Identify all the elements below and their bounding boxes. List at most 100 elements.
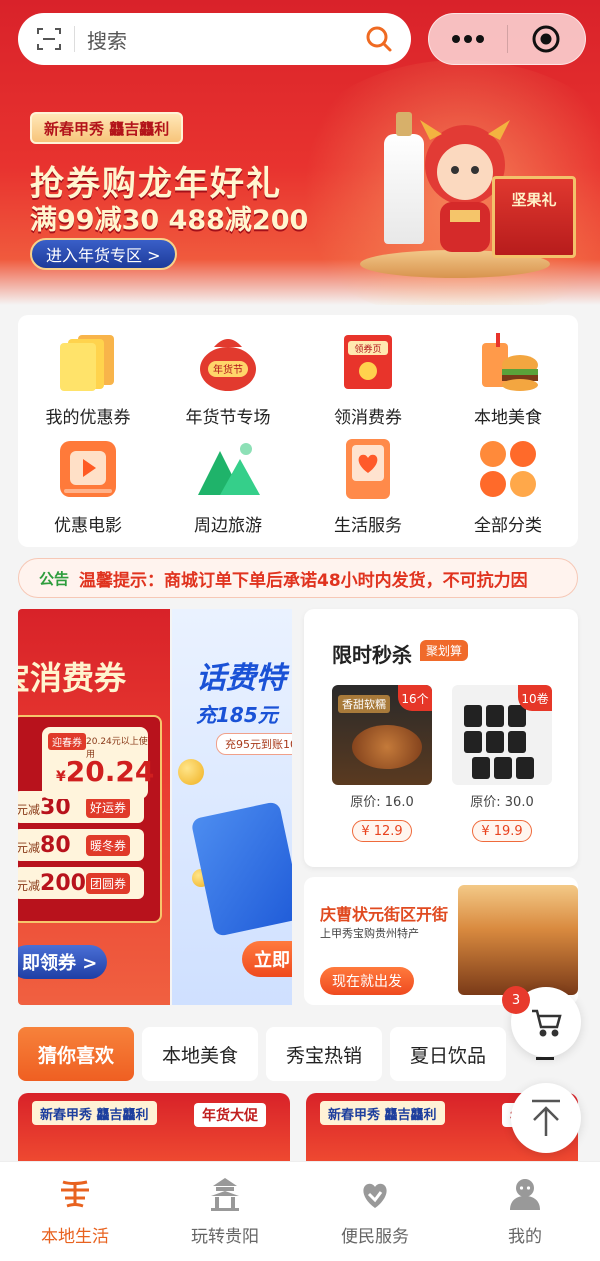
nav-label: 玩转贵阳 — [191, 1227, 259, 1247]
coupon-stack-icon — [60, 335, 114, 391]
back-to-top-button[interactable] — [511, 1083, 581, 1153]
search-icon[interactable] — [365, 25, 393, 53]
topup-chip: 充95元到账100 — [216, 733, 292, 755]
tab-local-food[interactable]: 本地美食 — [142, 1027, 259, 1081]
feed-card-promo: 年货大促 — [194, 1103, 266, 1127]
tab-summer-drinks[interactable]: 夏日饮品 — [390, 1027, 507, 1081]
district-subtitle: 上甲秀宝购贵州特产 — [320, 927, 419, 940]
hero-tagline: 新春甲秀 龘吉龘利 — [30, 112, 184, 144]
new-year-bag-icon: 年货节 — [200, 339, 256, 391]
product-image-label: 香甜软糯 — [338, 695, 390, 713]
flash-sale-card[interactable]: 限时秒杀 聚划算 香甜软糯 16个 原价: 16.0 ¥ 12.9 10卷 原价… — [304, 609, 578, 867]
category-label: 生活服务 — [334, 516, 402, 536]
category-label: 本地美食 — [474, 408, 542, 428]
more-menu-button[interactable] — [429, 14, 507, 64]
tab-guess-you-like[interactable]: 猜你喜欢 — [18, 1027, 135, 1081]
hero-subtitle: 满99减30 488减200 — [30, 205, 309, 236]
product-quantity-badge: 16个 — [398, 685, 432, 711]
nav-local-life[interactable]: 本地生活 — [0, 1162, 150, 1261]
scan-icon[interactable] — [36, 26, 62, 52]
gift-box-image: 坚果礼 — [492, 176, 576, 258]
movie-icon — [60, 441, 116, 497]
flash-sale-item[interactable]: 香甜软糯 16个 原价: 16.0 ¥ 12.9 — [332, 685, 432, 842]
nav-explore-guiyang[interactable]: 玩转贵阳 — [150, 1162, 300, 1261]
category-label: 领消费券 — [334, 408, 402, 428]
main-coupon[interactable]: 迎春券 20.24元以上使用 ¥20.24 — [42, 727, 154, 799]
district-opening-banner[interactable]: 庆曹状元街区开街 上甲秀宝购贵州特产 现在就出发 — [304, 877, 578, 1005]
tab-xiubao-hot[interactable]: 秀宝热销 — [266, 1027, 383, 1081]
nav-label: 我的 — [508, 1227, 542, 1247]
nav-profile[interactable]: 我的 — [450, 1162, 600, 1261]
hero-banner[interactable]: 搜索 新春甲秀 龘吉龘利 抢券购龙年好礼 满99减30 488减200 进入年货… — [0, 0, 600, 305]
product-sale-price[interactable]: ¥ 19.9 — [472, 820, 532, 842]
consumption-coupon-banner[interactable]: 宝消费券 元减30 好运券 元减80 暖冬券 元减200 团圆券 迎春券 20.… — [18, 609, 170, 1005]
enter-new-year-zone-button[interactable]: 进入年货专区 > — [30, 238, 177, 270]
tabs-overflow-indicator — [536, 1057, 554, 1060]
category-nearby-travel[interactable]: 周边旅游 — [158, 435, 298, 543]
category-life-services[interactable]: 生活服务 — [298, 435, 438, 543]
category-label: 周边旅游 — [194, 516, 262, 536]
close-program-button[interactable] — [508, 14, 586, 64]
coupon-name: 好运券 — [86, 796, 131, 818]
search-input[interactable]: 搜索 — [87, 25, 365, 54]
flash-sale-badge: 聚划算 — [420, 640, 469, 661]
announcement-bar[interactable]: 公告 温馨提示：商城订单下单后承诺48小时内发货，不可抗力因 — [18, 558, 578, 598]
main-coupon-tag: 迎春券 — [48, 733, 86, 750]
coupon-name: 暖冬券 — [86, 834, 131, 856]
go-now-button[interactable]: 现在就出发 — [320, 967, 414, 995]
nav-label: 便民服务 — [341, 1227, 409, 1247]
flash-sale-title: 限时秒杀 — [332, 643, 412, 667]
target-circle-icon — [532, 25, 560, 53]
pavilion-icon — [211, 1178, 239, 1211]
category-my-coupons[interactable]: 我的优惠券 — [18, 327, 158, 435]
mountain-icon — [198, 443, 260, 495]
main-coupon-value: ¥20.24 — [56, 755, 155, 788]
heart-hand-icon — [346, 439, 390, 499]
feed-card-tag: 新春甲秀 龘吉龘利 — [320, 1101, 445, 1125]
gift-box-label: 坚果礼 — [511, 191, 557, 209]
svg-text:年货节: 年货节 — [213, 363, 243, 376]
svg-text:领券页: 领券页 — [354, 343, 381, 355]
product-image: 10卷 — [452, 685, 552, 785]
phone-topup-banner[interactable]: 话费特 充185元 充95元到账100 立即 — [172, 609, 292, 1005]
announcement-tag: 公告 — [39, 569, 70, 588]
topup-now-button[interactable]: 立即 — [242, 941, 292, 977]
flash-sale-item[interactable]: 10卷 原价: 30.0 ¥ 19.9 — [452, 685, 552, 842]
coupon-amount: 元减200 — [18, 870, 86, 896]
arrow-up-icon — [532, 1099, 560, 1136]
category-discount-movie[interactable]: 优惠电影 — [18, 435, 158, 543]
product-original-price: 原价: 30.0 — [470, 795, 534, 810]
topup-title: 话费特 — [196, 661, 286, 696]
more-dots-icon — [451, 35, 484, 43]
coupon-row[interactable]: 元减80 暖冬券 — [18, 829, 144, 861]
category-grid: 我的优惠券 年货节 年货节专场 领券页 领消费券 本地美食 优惠电影 周边旅游 … — [18, 315, 578, 543]
category-local-food[interactable]: 本地美食 — [438, 327, 578, 435]
category-new-year-festival[interactable]: 年货节 年货节专场 — [158, 327, 298, 435]
district-title: 庆曹状元街区开街 — [320, 905, 449, 924]
rice-cake-illustration — [352, 725, 422, 769]
category-label: 年货节专场 — [185, 408, 271, 428]
product-sale-price[interactable]: ¥ 12.9 — [352, 820, 412, 842]
announcement-text: 温馨提示：商城订单下单后承诺48小时内发货，不可抗力因 — [79, 570, 528, 591]
product-original-price: 原价: 16.0 — [350, 795, 414, 810]
coupon-row[interactable]: 元减200 团圆券 — [18, 867, 144, 899]
product-quantity-badge: 10卷 — [518, 685, 552, 711]
topup-subtitle: 充185元 — [196, 703, 278, 727]
cart-count-badge: 3 — [502, 986, 530, 1014]
profile-icon — [510, 1179, 540, 1210]
nav-citizen-services[interactable]: 便民服务 — [300, 1162, 450, 1261]
category-card: 我的优惠券 年货节 年货节专场 领券页 领消费券 本地美食 优惠电影 周边旅游 … — [18, 315, 578, 547]
feed-card-tag: 新春甲秀 龘吉龘利 — [32, 1101, 157, 1125]
feed-card[interactable]: 新春甲秀 龘吉龘利 年货大促 — [18, 1093, 290, 1163]
claim-coupon-button[interactable]: 即领券 > — [18, 945, 108, 979]
all-categories-icon — [480, 441, 536, 497]
claim-coupon-icon: 领券页 — [344, 335, 392, 389]
gift-box-illustration — [190, 800, 292, 938]
coin-icon — [178, 759, 204, 785]
local-life-icon — [61, 1180, 89, 1208]
feed-tabs: 猜你喜欢 本地美食 秀宝热销 夏日饮品 — [18, 1027, 538, 1081]
search-bar[interactable]: 搜索 — [18, 13, 411, 65]
category-claim-coupon[interactable]: 领券页 领消费券 — [298, 327, 438, 435]
mini-program-capsule — [428, 13, 586, 65]
category-all[interactable]: 全部分类 — [438, 435, 578, 543]
